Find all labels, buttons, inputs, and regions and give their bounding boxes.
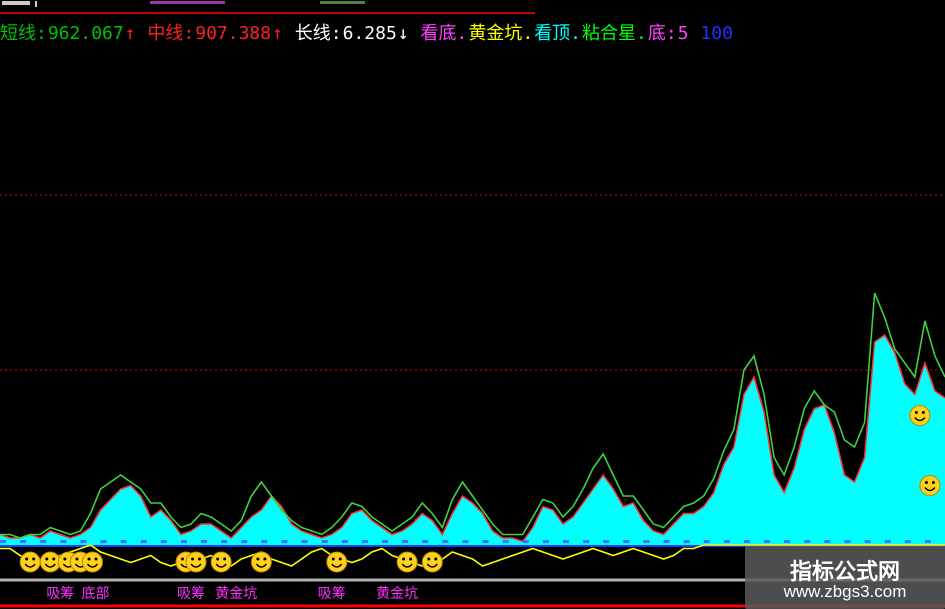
zero-line-tick: [562, 540, 569, 543]
zero-line-tick: [723, 540, 730, 543]
zero-line-tick: [482, 540, 489, 543]
zero-line-tick: [804, 540, 811, 543]
signal-label: 吸筹: [177, 585, 205, 602]
signal-label: 黄金坑: [215, 585, 257, 602]
smiley-marker-icon: [210, 551, 232, 573]
watermark-badge: 指标公式网 www.zbgs3.com: [745, 546, 945, 609]
zero-line-tick: [442, 540, 449, 543]
zero-line-tick: [422, 540, 429, 543]
zero-line-tick: [844, 540, 851, 543]
smiley-marker-icon: [326, 551, 348, 573]
cyan-area-series: [0, 335, 945, 545]
zero-line-tick: [683, 540, 690, 543]
smiley-eye: [256, 557, 260, 561]
watermark-url: www.zbgs3.com: [783, 582, 907, 601]
zero-line-tick: [321, 540, 328, 543]
smiley-eye: [223, 557, 227, 561]
zero-line-tick: [160, 540, 167, 543]
zero-line-tick: [341, 540, 348, 543]
smiley-marker-icon: [909, 405, 931, 426]
smiley-eye: [45, 557, 49, 561]
zero-line-tick: [60, 540, 67, 543]
zero-line-tick: [663, 540, 670, 543]
smiley-marker-icon: [396, 551, 418, 573]
zero-line-tick: [784, 540, 791, 543]
zero-line-tick: [140, 540, 147, 543]
smiley-eye: [914, 411, 918, 414]
smiley-eye: [263, 557, 267, 561]
signal-label: 吸筹: [318, 585, 346, 602]
zero-line-tick: [301, 540, 308, 543]
zero-line-tick: [623, 540, 630, 543]
smiley-marker-icon: [39, 551, 61, 573]
zero-line-tick: [201, 540, 208, 543]
zero-line-tick: [884, 540, 891, 543]
zero-line-tick: [80, 540, 87, 543]
smiley-marker-icon: [421, 551, 443, 573]
zero-line-tick: [180, 540, 187, 543]
smiley-eye: [338, 557, 342, 561]
smiley-eye: [434, 557, 438, 561]
zero-line-tick: [743, 540, 750, 543]
smiley-eye: [87, 557, 91, 561]
smiley-eye: [331, 557, 335, 561]
zero-line-tick: [0, 540, 6, 543]
smiley-eye: [924, 481, 928, 484]
zero-line-tick: [904, 540, 911, 543]
zero-line-tick: [764, 540, 771, 543]
zero-line-tick: [40, 540, 47, 543]
zero-line-tick: [281, 540, 288, 543]
zero-line-tick: [583, 540, 590, 543]
zero-line-tick: [100, 540, 107, 543]
smiley-marker-icon: [250, 551, 272, 573]
zero-line-tick: [20, 540, 27, 543]
zero-line-tick: [402, 540, 409, 543]
zero-line-tick: [221, 540, 228, 543]
zero-line-tick: [703, 540, 710, 543]
zero-line-tick: [643, 540, 650, 543]
smiley-eye: [931, 481, 935, 484]
smiley-eye: [921, 411, 925, 414]
smiley-eye: [409, 557, 413, 561]
smiley-eye: [402, 557, 406, 561]
smiley-eye: [216, 557, 220, 561]
smiley-eye: [52, 557, 56, 561]
zero-line-tick: [542, 540, 549, 543]
signal-label: 黄金坑: [376, 585, 418, 602]
smiley-eye: [198, 557, 202, 561]
smiley-eye: [191, 557, 195, 561]
zero-line-tick: [864, 540, 871, 543]
signal-label: 底部: [82, 586, 110, 602]
smiley-eye: [75, 557, 79, 561]
smiley-eye: [94, 557, 98, 561]
zero-line-tick: [924, 540, 931, 543]
smiley-marker-icon: [19, 551, 41, 573]
smiley-eye: [32, 557, 36, 561]
zero-line-tick: [120, 540, 127, 543]
zero-line-tick: [824, 540, 831, 543]
zero-line-tick: [462, 540, 469, 543]
zero-line-tick: [361, 540, 368, 543]
smiley-eye: [25, 557, 29, 561]
smiley-eye: [180, 557, 184, 561]
smiley-marker-icon: [919, 475, 941, 496]
smiley-marker-icon: [185, 551, 207, 573]
zero-line-tick: [522, 540, 529, 543]
signal-label: 吸筹: [46, 585, 74, 602]
smiley-eye: [63, 557, 67, 561]
zero-line-tick: [382, 540, 389, 543]
zero-line-tick: [502, 540, 509, 543]
indicator-chart: 吸筹 底部 吸筹 黄金坑 吸筹 黄金坑: [0, 194, 945, 608]
zero-line-tick: [261, 540, 268, 543]
zero-line-tick: [603, 540, 610, 543]
smiley-eye: [427, 557, 431, 561]
zero-line-tick: [241, 540, 248, 543]
smiley-marker-icon: [81, 551, 103, 573]
